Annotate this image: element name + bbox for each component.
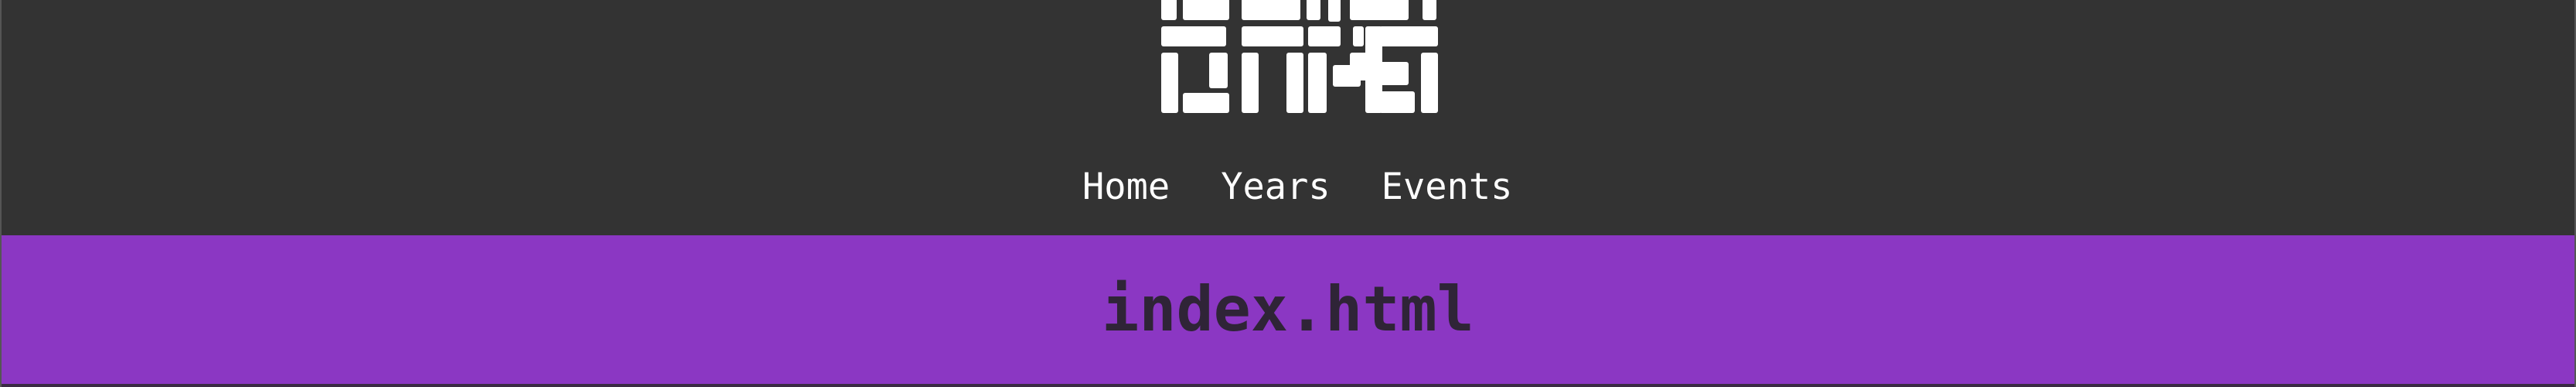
site-header: Home Years Events: [2, 0, 2574, 235]
nav-events-link[interactable]: Events: [1382, 163, 1513, 212]
brick-block-logo-icon: [1161, 0, 1438, 113]
main-nav: Home Years Events: [1082, 163, 1512, 212]
site-logo-link[interactable]: [1158, 0, 1443, 116]
page-title-banner: index.html: [2, 235, 2574, 384]
page-title: index.html: [1102, 273, 1474, 345]
bottom-divider: [2, 384, 2574, 387]
page-frame: Home Years Events index.html: [0, 0, 2576, 387]
nav-home-link[interactable]: Home: [1082, 163, 1170, 212]
nav-years-link[interactable]: Years: [1221, 163, 1330, 212]
